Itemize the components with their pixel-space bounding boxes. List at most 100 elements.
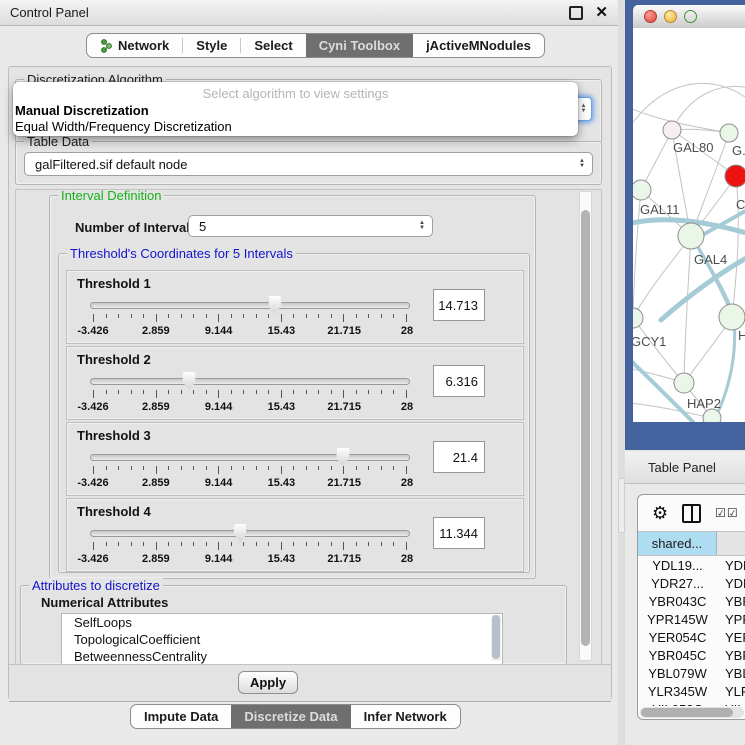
tab-cyni-toolbox[interactable]: Cyni Toolbox <box>306 34 413 57</box>
tick-mark <box>218 314 219 322</box>
table-column-header[interactable]: na <box>717 532 745 555</box>
table-row[interactable]: YBR043CYBR0 <box>638 592 745 610</box>
table-row[interactable]: YDR27...YDR2 <box>638 574 745 592</box>
network-edge[interactable] <box>633 236 691 318</box>
tick-mark <box>243 466 244 470</box>
attribute-list-item[interactable]: BetweennessCentrality <box>62 648 502 665</box>
interval-definition-group: Interval Definition Number of Intervals … <box>49 195 536 579</box>
tab-discretize-data[interactable]: Discretize Data <box>231 705 350 728</box>
tick-label: 9.144 <box>205 553 233 565</box>
tick-mark <box>156 542 157 550</box>
select-columns-icon[interactable]: ☑☑ <box>715 506 739 520</box>
table-column-header[interactable]: shared... <box>638 532 717 555</box>
table-row[interactable]: YDL19...YDL1 <box>638 556 745 574</box>
tab-label: Style <box>196 38 227 53</box>
network-window-titlebar[interactable] <box>633 5 745 29</box>
tick-mark <box>343 314 344 322</box>
tick-mark <box>231 466 232 470</box>
threshold-label: Threshold 3 <box>77 428 151 443</box>
apply-button[interactable]: Apply <box>238 671 298 694</box>
numerical-attributes-list[interactable]: SelfLoopsTopologicalCoefficientBetweenne… <box>61 613 503 666</box>
network-node-gal80[interactable] <box>663 121 681 139</box>
tick-mark <box>243 390 244 394</box>
algorithm-option[interactable]: Equal Width/Frequency Discretization <box>15 119 232 134</box>
threshold-value-field[interactable]: 11.344 <box>433 517 485 549</box>
close-traffic-light-icon[interactable] <box>644 10 657 23</box>
table-cell: YBL079W <box>638 664 717 682</box>
tick-mark <box>168 542 169 546</box>
network-node-gal4[interactable] <box>678 223 704 249</box>
slider-track[interactable] <box>90 530 410 537</box>
network-node-gal11[interactable] <box>633 180 651 200</box>
algorithm-option[interactable]: Manual Discretization <box>15 103 149 118</box>
gear-icon[interactable]: ⚙ <box>652 504 668 522</box>
table-hscrollbar-thumb[interactable] <box>641 708 733 717</box>
network-node-gcy1[interactable] <box>633 308 643 328</box>
tab-infer-network[interactable]: Infer Network <box>351 705 460 728</box>
slider-track[interactable] <box>90 378 410 385</box>
tab-style[interactable]: Style <box>183 34 240 57</box>
zoom-traffic-light-icon[interactable] <box>684 10 697 23</box>
slider-thumb[interactable] <box>234 524 247 542</box>
tick-mark <box>143 390 144 394</box>
attribute-list-item[interactable]: SelfLoops <box>62 614 502 631</box>
close-icon[interactable]: ✕ <box>595 8 608 18</box>
list-scrollbar[interactable] <box>491 615 501 661</box>
threshold-slider[interactable]: -3.4262.8599.14415.4321.71528 <box>90 527 410 569</box>
table-horizontal-scrollbar[interactable] <box>640 707 744 718</box>
network-edge[interactable] <box>672 86 745 130</box>
network-node-g-partial[interactable] <box>720 124 738 142</box>
threshold-value-field[interactable]: 6.316 <box>433 365 485 397</box>
table-row[interactable]: YBR045CYBR0 <box>638 646 745 664</box>
table-row[interactable]: YPR145WYPR1 <box>638 610 745 628</box>
attribute-list-item[interactable]: TopologicalCoefficient <box>62 631 502 648</box>
minimize-traffic-light-icon[interactable] <box>664 10 677 23</box>
slider-track[interactable] <box>90 454 410 461</box>
slider-thumb[interactable] <box>183 372 196 390</box>
network-edge[interactable] <box>684 236 691 383</box>
table-data-combobox[interactable]: galFiltered.sif default node ▲▼ <box>24 152 593 176</box>
threshold-slider[interactable]: -3.4262.8599.14415.4321.71528 <box>90 299 410 341</box>
tab-jactivemnodules[interactable]: jActiveMNodules <box>413 34 544 57</box>
network-canvas[interactable]: GAL80G.CGAL11GAL4GCY1HHAP2 <box>633 28 745 422</box>
list-scrollbar-thumb[interactable] <box>492 615 500 659</box>
network-node-hap2[interactable] <box>674 373 694 393</box>
network-node-label: GAL11 <box>640 202 680 217</box>
float-window-icon[interactable] <box>569 6 583 20</box>
tick-label: 28 <box>401 477 413 489</box>
tick-mark <box>93 466 94 474</box>
table-row[interactable]: YER054CYER0 <box>638 628 745 646</box>
network-node-h-partial[interactable] <box>719 304 745 330</box>
tick-mark <box>156 466 157 474</box>
slider-ticks <box>93 390 407 399</box>
panel-splitter[interactable] <box>618 0 625 745</box>
tab-impute-data[interactable]: Impute Data <box>131 705 231 728</box>
settings-scrollbar-thumb[interactable] <box>581 210 590 646</box>
tab-network[interactable]: Network <box>87 34 182 57</box>
threshold-value-field[interactable]: 21.4 <box>433 441 485 473</box>
table-row[interactable]: YBL079WYBL0 <box>638 664 745 682</box>
slider-track[interactable] <box>90 302 410 309</box>
number-of-intervals-combobox[interactable]: 5 ▲▼ <box>188 215 433 237</box>
splitter-handle[interactable] <box>618 478 625 533</box>
tick-mark <box>306 390 307 394</box>
tick-mark <box>243 542 244 546</box>
settings-vertical-scrollbar[interactable] <box>579 191 592 661</box>
network-node-red-node[interactable] <box>725 165 745 187</box>
threshold-slider[interactable]: -3.4262.8599.14415.4321.71528 <box>90 451 410 493</box>
slider-thumb[interactable] <box>268 296 281 314</box>
threshold-slider[interactable]: -3.4262.8599.14415.4321.71528 <box>90 375 410 417</box>
network-node-label: H <box>738 328 745 343</box>
table-panel-titlebar: Table Panel <box>625 452 745 484</box>
slider-thumb[interactable] <box>336 448 349 466</box>
slider-ticks <box>93 542 407 551</box>
table-cell: YLR3 <box>717 682 745 700</box>
tab-select[interactable]: Select <box>241 34 305 57</box>
split-columns-icon[interactable] <box>682 504 701 523</box>
table-row[interactable]: YIL052CYIL0 <box>638 700 745 706</box>
table-row[interactable]: YLR345WYLR3 <box>638 682 745 700</box>
tick-mark <box>193 542 194 546</box>
tick-mark <box>206 542 207 546</box>
threshold-value-field[interactable]: 14.713 <box>433 289 485 321</box>
tick-mark <box>256 466 257 470</box>
